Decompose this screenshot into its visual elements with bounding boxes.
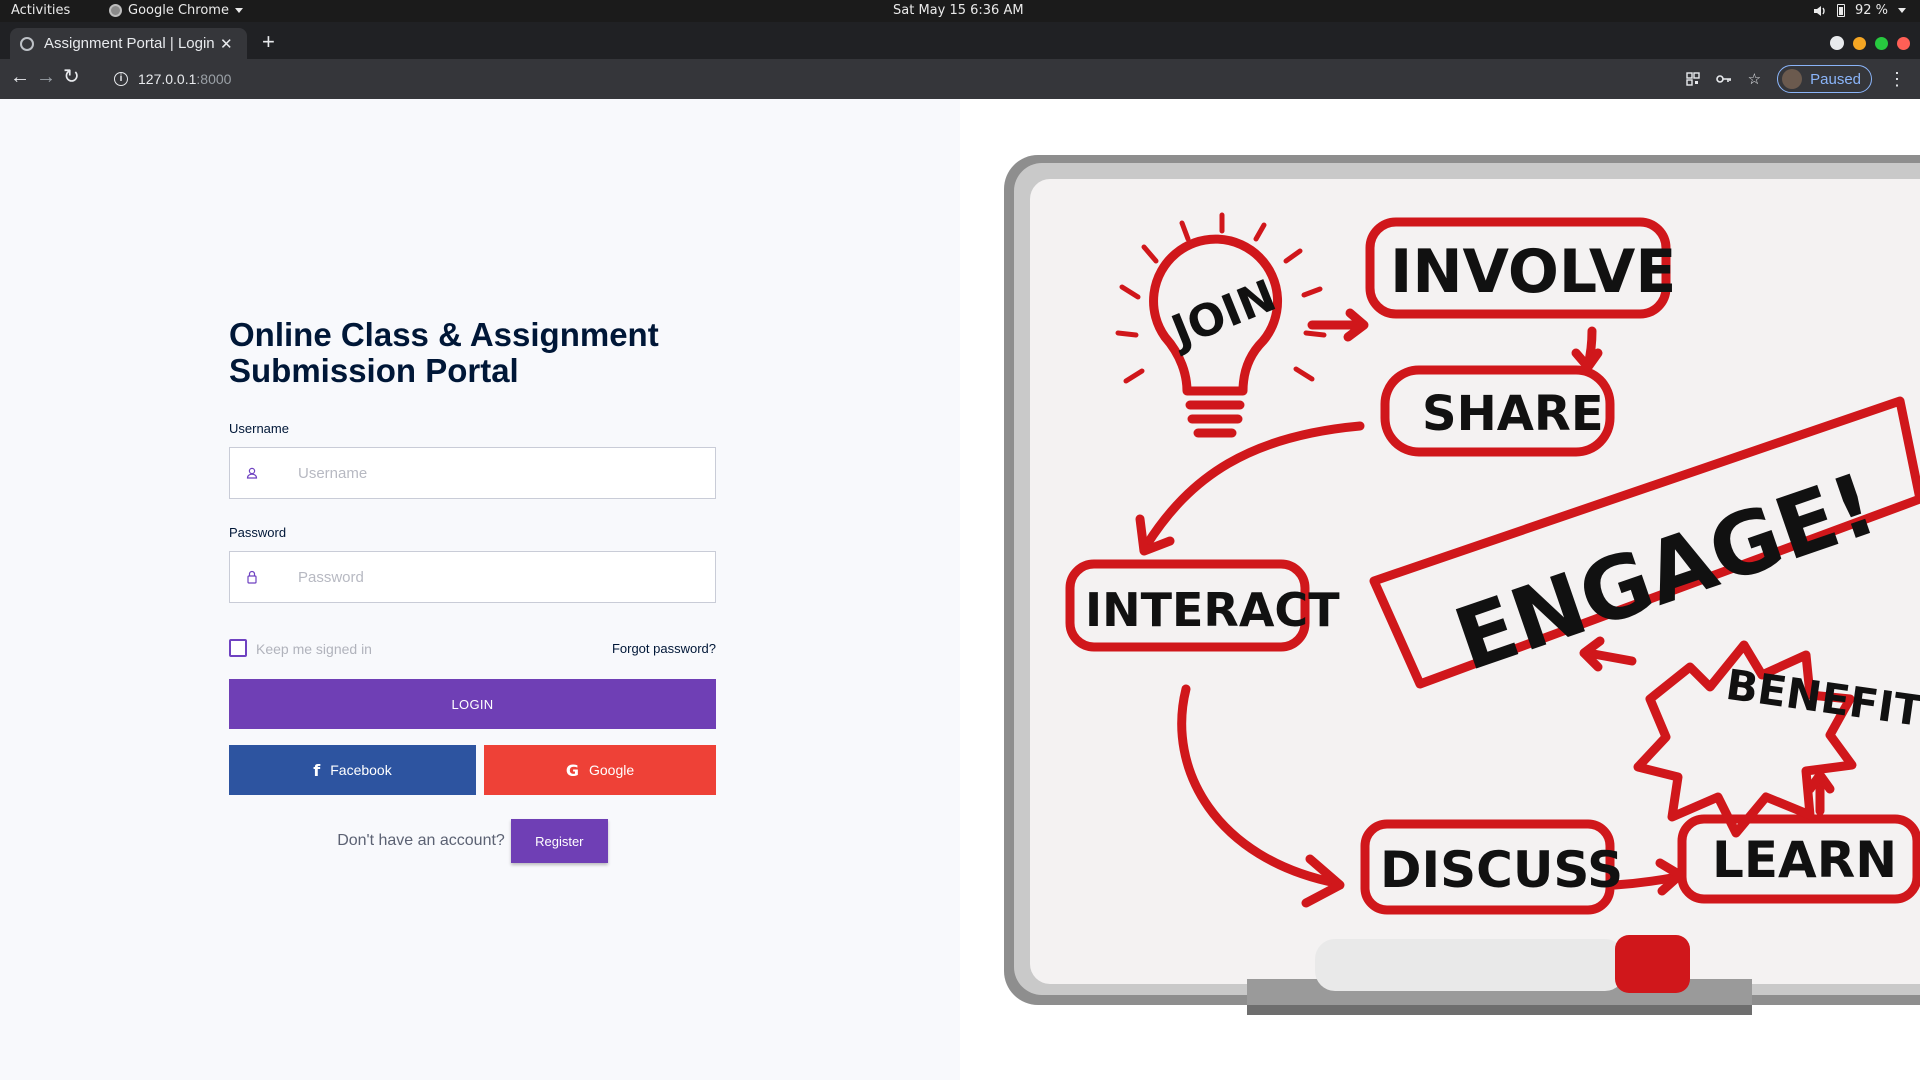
facebook-login-button[interactable]: f Facebook xyxy=(229,745,476,795)
close-window-button[interactable] xyxy=(1897,36,1910,50)
qr-code-icon[interactable] xyxy=(1685,72,1700,86)
toolbar-actions: ☆ Paused ⋮ xyxy=(1685,65,1906,93)
social-login-row: f Facebook G Google xyxy=(229,745,716,795)
facebook-button-label: Facebook xyxy=(330,762,392,778)
illustration-pane: JOIN INVOLVE SHARE ENGAGE! INTERACT BENE… xyxy=(960,99,1920,1080)
username-input[interactable] xyxy=(298,448,698,498)
battery-icon xyxy=(1836,4,1845,17)
google-icon: G xyxy=(565,760,579,780)
system-tray[interactable]: 92 % xyxy=(1813,3,1906,18)
google-login-button[interactable]: G Google xyxy=(484,745,716,795)
clock[interactable]: Sat May 15 6:36 AM xyxy=(893,3,1024,18)
word-interact: INTERACT xyxy=(1085,583,1340,637)
back-icon[interactable]: ← xyxy=(10,67,30,87)
reload-icon[interactable]: ↻ xyxy=(63,67,80,87)
site-info-icon[interactable]: i xyxy=(114,72,128,86)
address-bar[interactable]: i 127.0.0.1:8000 xyxy=(114,65,231,93)
login-pane: Online Class & Assignment Submission Por… xyxy=(0,99,960,1080)
browser-toolbar: ← → ↻ i 127.0.0.1:8000 ☆ Paused ⋮ xyxy=(0,59,1920,99)
login-button[interactable]: LOGIN xyxy=(229,679,716,729)
word-discuss: DISCUSS xyxy=(1380,841,1623,899)
chevron-down-icon xyxy=(1898,8,1906,13)
tab-strip: Assignment Portal | Login ✕ + xyxy=(0,22,1920,59)
page-favicon-icon xyxy=(20,36,34,51)
facebook-icon: f xyxy=(313,760,321,780)
profile-status: Paused xyxy=(1810,70,1861,88)
close-tab-icon[interactable]: ✕ xyxy=(220,35,233,53)
whiteboard-illustration: JOIN INVOLVE SHARE ENGAGE! INTERACT BENE… xyxy=(1004,155,1920,1015)
page-content: Online Class & Assignment Submission Por… xyxy=(0,99,1920,1080)
marker xyxy=(1315,939,1625,991)
app-menu[interactable]: Google Chrome xyxy=(109,3,243,18)
marker-cap xyxy=(1615,935,1690,993)
url-host: 127.0.0.1 xyxy=(138,71,197,87)
avatar xyxy=(1782,69,1803,89)
google-button-label: Google xyxy=(588,762,635,778)
word-involve: INVOLVE xyxy=(1390,237,1676,307)
window-controls xyxy=(1830,36,1910,50)
new-tab-button[interactable]: + xyxy=(262,31,275,53)
bookmark-star-icon[interactable]: ☆ xyxy=(1748,70,1761,88)
password-input[interactable] xyxy=(298,552,698,602)
system-top-bar: Activities Google Chrome Sat May 15 6:36… xyxy=(0,0,1920,22)
username-label: Username xyxy=(229,421,289,436)
tab-title: Assignment Portal | Login xyxy=(44,35,214,52)
chrome-icon xyxy=(109,4,122,17)
minimize-button[interactable] xyxy=(1853,36,1866,50)
more-menu-icon[interactable]: ⋮ xyxy=(1888,70,1906,88)
forward-icon[interactable]: → xyxy=(36,67,56,87)
word-share: SHARE xyxy=(1422,386,1604,442)
activities-button[interactable]: Activities xyxy=(11,3,70,18)
chevron-down-icon xyxy=(234,8,243,13)
tab-assignment-portal[interactable]: Assignment Portal | Login ✕ xyxy=(10,28,247,59)
password-label: Password xyxy=(229,525,287,540)
key-icon[interactable] xyxy=(1715,74,1732,84)
word-learn: LEARN xyxy=(1712,831,1897,889)
keep-signed-in-label[interactable]: Keep me signed in xyxy=(256,641,372,657)
register-button[interactable]: Register xyxy=(510,819,608,863)
battery-percent: 92 % xyxy=(1854,3,1888,18)
no-account-text: Don't have an account? xyxy=(337,832,505,849)
maximize-button[interactable] xyxy=(1875,36,1888,50)
user-icon xyxy=(246,467,258,479)
url-port: :8000 xyxy=(196,71,232,87)
profile-button[interactable]: Paused xyxy=(1777,65,1872,93)
app-name-label: Google Chrome xyxy=(128,3,229,18)
register-row: Don't have an account? Register xyxy=(229,819,716,863)
tab-search-icon[interactable] xyxy=(1830,36,1844,50)
page-title: Online Class & Assignment Submission Por… xyxy=(229,316,659,389)
login-form: Online Class & Assignment Submission Por… xyxy=(229,317,716,863)
login-options-row: Keep me signed in Forgot password? xyxy=(229,639,716,659)
username-field-wrapper xyxy=(229,447,716,499)
forgot-password-link[interactable]: Forgot password? xyxy=(612,641,716,656)
volume-icon xyxy=(1813,5,1825,16)
password-field-wrapper xyxy=(229,551,716,603)
lock-icon xyxy=(247,570,257,584)
keep-signed-in-checkbox[interactable] xyxy=(229,639,247,657)
